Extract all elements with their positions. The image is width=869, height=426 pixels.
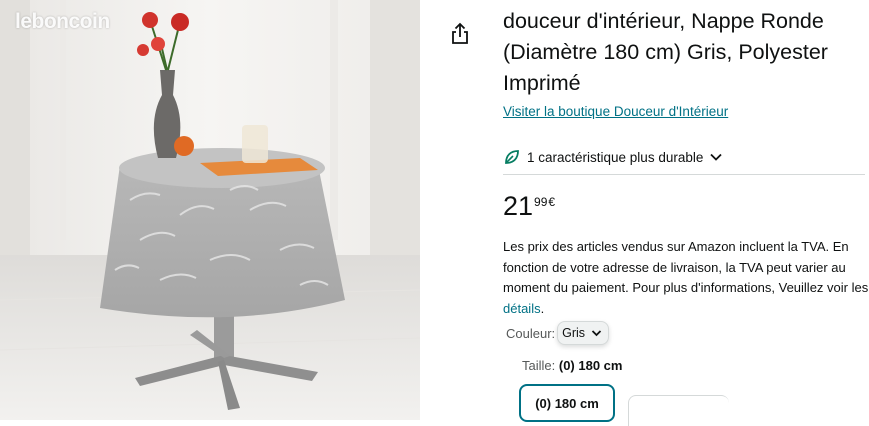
leboncoin-watermark: leboncoin — [15, 10, 110, 33]
share-button[interactable] — [449, 22, 471, 46]
leaf-icon — [505, 150, 519, 164]
product-photo[interactable]: leboncoin — [0, 0, 420, 420]
size-selected-value: (0) 180 cm — [558, 358, 623, 373]
color-dropdown[interactable]: Gris — [557, 321, 610, 345]
price: 21 99 € — [503, 190, 555, 222]
size-option-selected[interactable]: (0) 180 cm — [519, 384, 615, 422]
divider — [503, 174, 865, 175]
vat-notice: Les prix des articles vendus sur Amazon … — [503, 237, 869, 319]
price-whole: 21 — [503, 191, 534, 221]
visit-store-link[interactable]: Visiter la boutique Douceur d'Intérieur — [503, 104, 728, 119]
share-icon — [452, 22, 468, 44]
sustainability-label: 1 caractéristique plus durable — [527, 149, 704, 165]
size-option[interactable] — [628, 395, 729, 426]
chevron-down-icon — [710, 153, 722, 161]
sustainability-toggle[interactable]: 1 caractéristique plus durable — [503, 146, 723, 168]
product-title: douceur d'intérieur, Nappe Ronde (Diamèt… — [503, 9, 828, 95]
chevron-down-icon — [591, 330, 602, 337]
vat-end: . — [540, 300, 545, 316]
vat-text: Les prix des articles vendus sur Amazon … — [503, 239, 869, 295]
price-currency: € — [548, 195, 556, 209]
color-selector-row: Couleur: Gris — [506, 321, 610, 345]
color-label: Couleur: — [506, 325, 556, 341]
size-label-row: Taille: (0) 180 cm — [522, 358, 622, 373]
size-label: Taille: — [522, 358, 559, 373]
size-option-label: (0) 180 cm — [535, 395, 599, 411]
product-illustration — [0, 0, 420, 420]
color-value: Gris — [562, 326, 586, 340]
vat-details-link[interactable]: détails — [503, 301, 541, 316]
price-fraction: 99 — [534, 195, 548, 209]
